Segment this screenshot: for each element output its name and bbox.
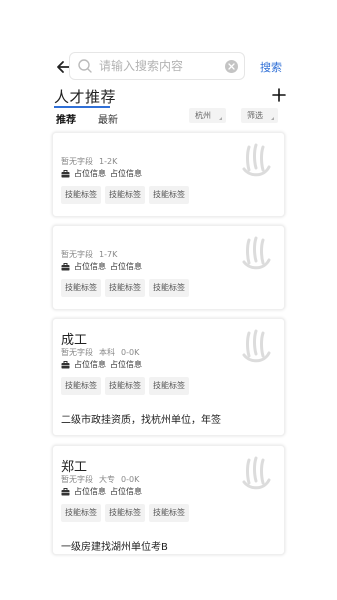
- skill-tags: 技能标签 技能标签 技能标签: [61, 279, 193, 297]
- card-info: 占位信息 占位信息: [61, 261, 146, 272]
- briefcase-icon: [61, 487, 70, 495]
- meta-salary: 0-0K: [121, 475, 140, 484]
- info-text: 占位信息: [74, 169, 106, 178]
- skill-tag: 技能标签: [149, 279, 189, 297]
- briefcase-icon: [61, 169, 70, 177]
- city-filter[interactable]: 杭州: [189, 108, 226, 123]
- skill-tags: 技能标签 技能标签 技能标签: [61, 186, 193, 204]
- meta-education: 大专: [99, 475, 115, 484]
- skill-tag: 技能标签: [149, 186, 189, 204]
- skill-tag: 技能标签: [61, 279, 101, 297]
- brand-logo-icon: [242, 456, 271, 490]
- card-meta: 暂无字段 本科 0-0K: [61, 347, 145, 358]
- card-info: 占位信息 占位信息: [61, 359, 146, 370]
- skill-tag: 技能标签: [61, 377, 101, 395]
- search-button[interactable]: 搜索: [260, 59, 282, 75]
- info-text: 占位信息: [110, 487, 142, 496]
- city-filter-label: 杭州: [195, 111, 211, 120]
- meta-field: 暂无字段: [61, 475, 93, 484]
- search-icon: [78, 59, 92, 73]
- talent-card[interactable]: 郑工 暂无字段 大专 0-0K 占位信息 占位信息 技能标签 技能标签 技能标签 一级…: [52, 445, 285, 555]
- brand-logo-icon: [242, 236, 271, 270]
- skill-tag: 技能标签: [61, 504, 101, 522]
- title-underline: [54, 106, 110, 108]
- talent-card[interactable]: 成工 暂无字段 本科 0-0K 占位信息 占位信息 技能标签 技能标签 技能标签 二级…: [52, 318, 285, 436]
- meta-education: 本科: [99, 348, 115, 357]
- skill-tag: 技能标签: [149, 377, 189, 395]
- briefcase-icon: [61, 360, 70, 368]
- skill-tags: 技能标签 技能标签 技能标签: [61, 377, 193, 395]
- info-text: 占位信息: [110, 262, 142, 271]
- card-info: 占位信息 占位信息: [61, 168, 146, 179]
- info-text: 占位信息: [74, 262, 106, 271]
- tab-recommend[interactable]: 推荐: [56, 111, 76, 126]
- skill-tags: 技能标签 技能标签 技能标签: [61, 504, 193, 522]
- briefcase-icon: [61, 262, 70, 270]
- talent-card[interactable]: 暂无字段 1-7K 占位信息 占位信息 技能标签 技能标签 技能标签: [52, 225, 285, 310]
- card-meta: 暂无字段 大专 0-0K: [61, 474, 145, 485]
- info-text: 占位信息: [110, 360, 142, 369]
- caret-icon: [219, 117, 222, 120]
- search-box[interactable]: [69, 52, 245, 80]
- card-meta: 暂无字段 1-2K: [61, 156, 123, 167]
- talent-description: 二级市政挂资质，找杭州单位，年签: [61, 415, 221, 426]
- meta-salary: 0-0K: [121, 348, 140, 357]
- skill-tag: 技能标签: [105, 377, 145, 395]
- info-text: 占位信息: [74, 487, 106, 496]
- info-text: 占位信息: [74, 360, 106, 369]
- brand-logo-icon: [242, 329, 271, 363]
- card-meta: 暂无字段 1-7K: [61, 249, 123, 260]
- page-title: 人才推荐: [54, 88, 117, 106]
- meta-salary: 1-7K: [99, 250, 118, 259]
- search-input[interactable]: [99, 59, 219, 73]
- skill-tag: 技能标签: [149, 504, 189, 522]
- skill-tag: 技能标签: [105, 504, 145, 522]
- meta-salary: 1-2K: [99, 157, 118, 166]
- talent-name: 郑工: [61, 460, 88, 475]
- clear-button[interactable]: [225, 60, 238, 73]
- meta-field: 暂无字段: [61, 250, 93, 259]
- skill-tag: 技能标签: [61, 186, 101, 204]
- plus-icon[interactable]: [270, 86, 288, 104]
- talent-card[interactable]: 暂无字段 1-2K 占位信息 占位信息 技能标签 技能标签 技能标签: [52, 132, 285, 217]
- skill-tag: 技能标签: [105, 186, 145, 204]
- meta-field: 暂无字段: [61, 157, 93, 166]
- tab-latest[interactable]: 最新: [98, 111, 118, 126]
- talent-description: 一级房建找湖州单位考B: [61, 542, 168, 553]
- brand-logo-icon: [242, 143, 271, 177]
- clear-icon: [228, 63, 235, 70]
- screen-filter-label: 筛选: [247, 111, 263, 120]
- skill-tag: 技能标签: [105, 279, 145, 297]
- meta-field: 暂无字段: [61, 348, 93, 357]
- card-info: 占位信息 占位信息: [61, 486, 146, 497]
- caret-icon: [271, 117, 274, 120]
- screen-filter[interactable]: 筛选: [241, 108, 278, 123]
- top-bar: 搜索: [0, 50, 337, 84]
- info-text: 占位信息: [110, 169, 142, 178]
- talent-name: 成工: [61, 333, 88, 348]
